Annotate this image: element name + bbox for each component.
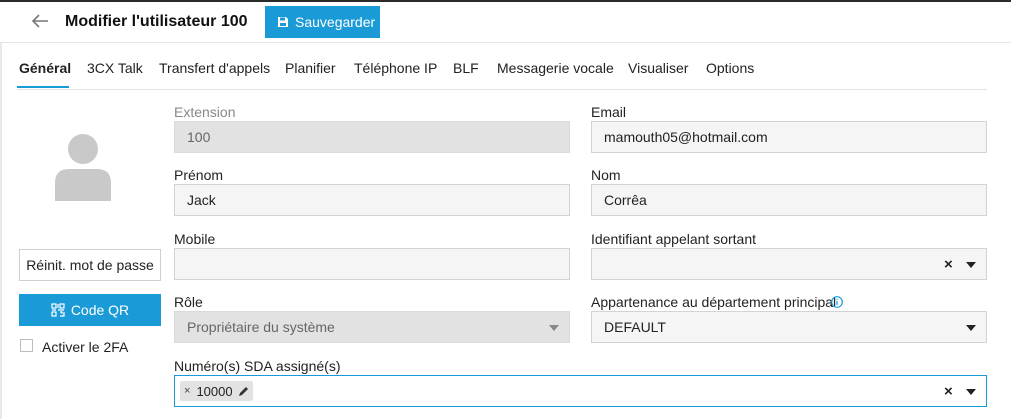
tab-call-forwarding[interactable]: Transfert d'appels [159, 60, 270, 76]
first-name-field[interactable]: Jack [174, 184, 570, 216]
first-name-label: Prénom [174, 167, 224, 183]
extension-label: Extension [174, 104, 236, 120]
qr-code-button[interactable]: Code QR [19, 294, 161, 326]
tab-general[interactable]: Général [19, 60, 71, 76]
back-arrow-icon[interactable] [28, 10, 52, 32]
page-title: Modifier l'utilisateur 100 [65, 13, 248, 30]
chevron-down-icon[interactable] [966, 325, 976, 331]
info-icon[interactable] [831, 295, 843, 308]
mobile-field[interactable] [174, 248, 570, 280]
department-label: Appartenance au département principal [591, 294, 837, 310]
qr-code-icon [51, 303, 65, 317]
last-name-field[interactable]: Corrêa [591, 184, 987, 216]
did-chip: × 10000 [180, 381, 253, 401]
pencil-icon[interactable] [238, 386, 249, 397]
extension-field: 100 [174, 121, 570, 153]
extension-value: 100 [187, 129, 211, 145]
qr-code-button-label: Code QR [70, 302, 130, 318]
tab-schedule[interactable]: Planifier [285, 60, 336, 76]
tab-ip-phone[interactable]: Téléphone IP [354, 60, 437, 76]
role-select: Propriétaire du système [174, 311, 570, 343]
role-label: Rôle [174, 294, 203, 310]
email-field[interactable]: mamouth05@hotmail.com [591, 121, 987, 153]
tab-blf[interactable]: BLF [453, 60, 479, 76]
page-header: Modifier l'utilisateur 100 Sauvegarder [0, 2, 1011, 43]
close-icon[interactable]: × [944, 383, 953, 400]
email-value: mamouth05@hotmail.com [604, 129, 768, 145]
outbound-caller-id-select[interactable]: × [591, 248, 987, 280]
department-value: DEFAULT [604, 319, 666, 335]
role-value: Propriétaire du système [187, 319, 335, 335]
reset-password-button[interactable]: Réinit. mot de passe [19, 249, 161, 281]
did-numbers-input[interactable]: × [174, 375, 987, 407]
enable-2fa-checkbox[interactable] [20, 339, 33, 352]
avatar-icon [52, 131, 114, 201]
tab-view[interactable]: Visualiser [628, 60, 688, 76]
chevron-down-icon[interactable] [966, 389, 976, 395]
first-name-value: Jack [187, 192, 216, 208]
tab-3cx-talk[interactable]: 3CX Talk [87, 60, 143, 76]
chevron-down-icon[interactable] [966, 262, 976, 268]
tab-options[interactable]: Options [706, 60, 754, 76]
did-chip-value: 10000 [196, 383, 233, 399]
did-numbers-label: Numéro(s) SDA assigné(s) [174, 358, 341, 374]
mobile-label: Mobile [174, 231, 216, 247]
save-button[interactable]: Sauvegarder [265, 6, 380, 38]
department-select[interactable]: DEFAULT [591, 311, 987, 343]
last-name-label: Nom [591, 167, 621, 183]
left-edge-bar [0, 43, 2, 419]
email-label: Email [591, 104, 627, 120]
chevron-down-icon [549, 325, 559, 331]
enable-2fa-label: Activer le 2FA [42, 339, 129, 355]
active-tab-indicator [17, 86, 69, 88]
save-icon [278, 17, 288, 27]
tab-voicemail[interactable]: Messagerie vocale [497, 60, 614, 76]
chip-remove-icon[interactable]: × [184, 385, 190, 397]
outbound-caller-id-label: Identifiant appelant sortant [591, 231, 757, 247]
close-icon[interactable]: × [944, 256, 953, 273]
save-button-label: Sauvegarder [295, 14, 376, 30]
last-name-value: Corrêa [604, 192, 647, 208]
tab-bar: Général 3CX Talk Transfert d'appels Plan… [17, 53, 987, 90]
